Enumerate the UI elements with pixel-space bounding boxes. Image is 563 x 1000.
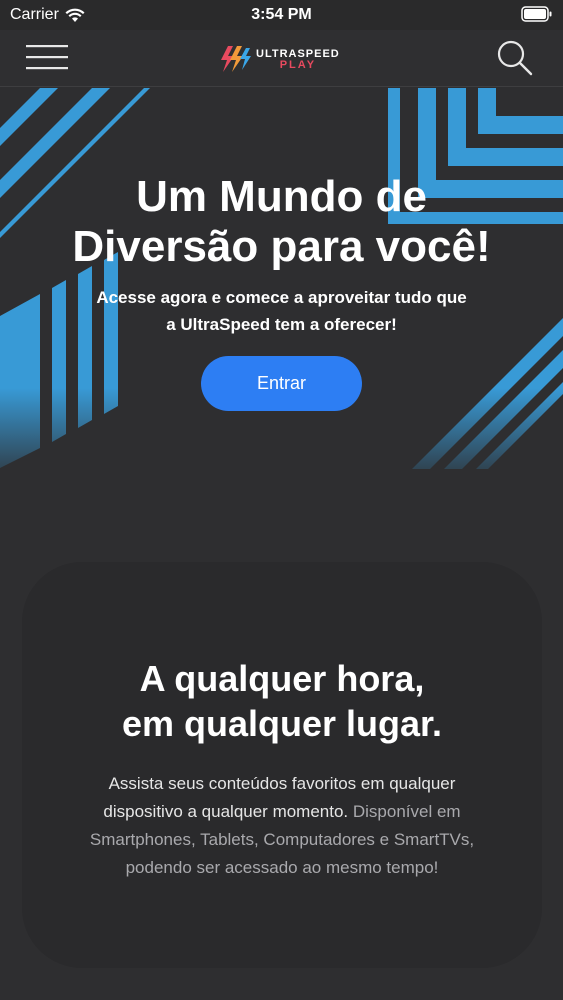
battery-icon <box>521 6 552 22</box>
hero-title-line2: Diversão para você! <box>72 222 491 271</box>
hero-title: Um Mundo de Diversão para você! <box>0 172 563 272</box>
card-title-line1: A qualquer hora, <box>139 658 425 699</box>
card-title: A qualquer hora, em qualquer lugar. <box>22 656 542 746</box>
status-time: 3:54 PM <box>251 6 312 23</box>
logo-subtitle: PLAY <box>279 59 317 71</box>
card-text-line3: Smartphones, Tablets, Computadores e Sma… <box>89 830 475 849</box>
card-text-line1: Assista seus conteúdos favoritos em qual… <box>108 774 456 793</box>
logo-bolt-icon <box>221 46 251 72</box>
hero-section: Um Mundo de Diversão para você! Acesse a… <box>0 88 563 508</box>
card-text-line4: podendo ser acessado ao mesmo tempo! <box>125 858 439 877</box>
menu-button[interactable] <box>26 42 70 74</box>
hero-subtitle-line1: Acesse agora e comece a aproveitar tudo … <box>96 288 467 307</box>
logo-text: ULTRASPEED PLAY <box>256 47 340 71</box>
nav-bar: ULTRASPEED PLAY <box>0 30 563 87</box>
card-text-line2b: Disponível em <box>348 802 461 821</box>
card-title-line2: em qualquer lugar. <box>121 703 443 744</box>
search-button[interactable] <box>495 38 535 78</box>
card-text-line2a: dispositivo a qualquer momento. <box>103 802 349 821</box>
enter-button[interactable]: Entrar <box>201 356 362 411</box>
feature-card: A qualquer hora, em qualquer lugar. Assi… <box>22 562 542 968</box>
menu-icon <box>26 45 68 70</box>
app-logo[interactable]: ULTRASPEED PLAY <box>218 42 348 76</box>
card-text-line2: dispositivo a qualquer momento. Disponív… <box>58 798 506 826</box>
status-bar: Carrier 3:54 PM <box>0 0 563 30</box>
card-description: Assista seus conteúdos favoritos em qual… <box>58 770 506 882</box>
search-icon <box>497 40 533 76</box>
status-right <box>521 6 553 27</box>
hero-subtitle-line2: a UltraSpeed tem a oferecer! <box>166 315 397 334</box>
hero-subtitle: Acesse agora e comece a aproveitar tudo … <box>40 284 523 338</box>
hero-title-line1: Um Mundo de <box>136 172 427 221</box>
